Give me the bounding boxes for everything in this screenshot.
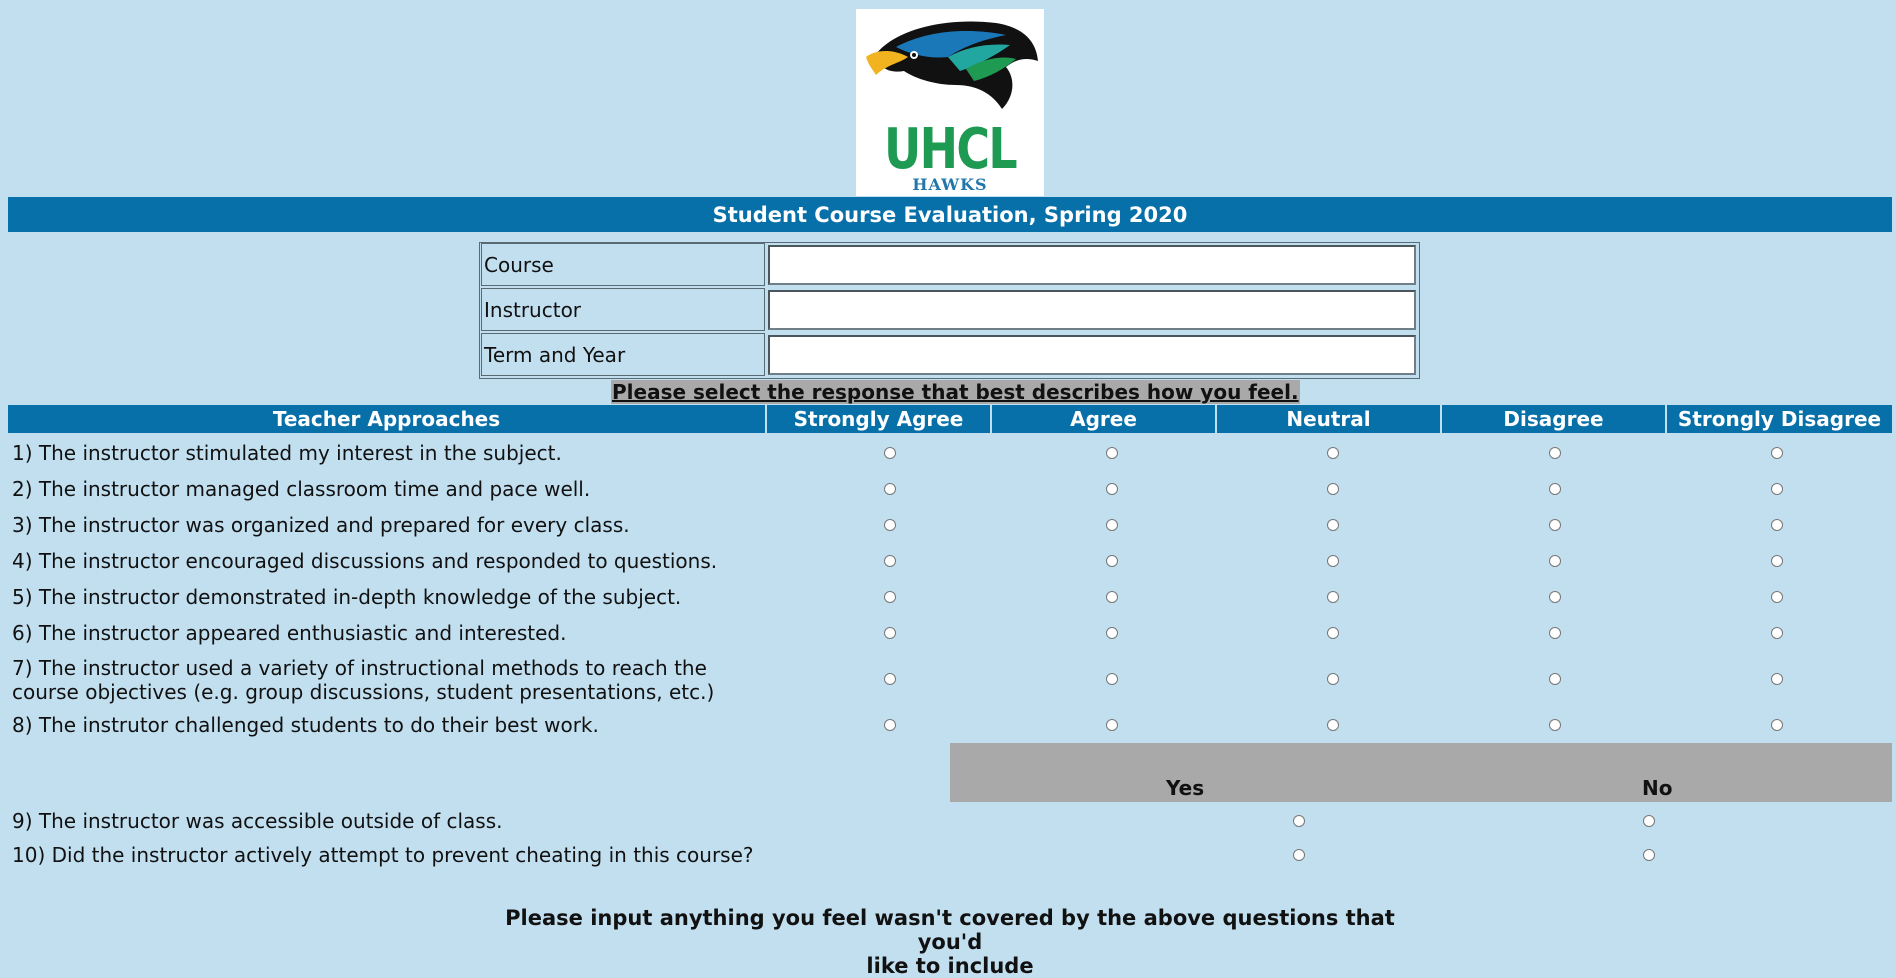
instructor-row: Instructor: [480, 288, 1419, 333]
q1-strongly-agree-radio[interactable]: [884, 447, 896, 459]
q8-neutral-radio[interactable]: [1327, 719, 1339, 731]
q5-agree-radio[interactable]: [1106, 591, 1118, 603]
question-4: 4) The instructor encouraged discussions…: [12, 549, 718, 573]
question-5: 5) The instructor demonstrated in-depth …: [12, 585, 682, 609]
q5-strongly-disagree-radio[interactable]: [1771, 591, 1783, 603]
additional-comments-prompt: Please input anything you feel wasn't co…: [480, 906, 1420, 978]
instructor-field[interactable]: [768, 290, 1416, 330]
q3-agree-radio[interactable]: [1106, 519, 1118, 531]
q5-disagree-radio[interactable]: [1549, 591, 1561, 603]
instructor-label: Instructor: [481, 288, 765, 331]
q10-no-radio[interactable]: [1643, 849, 1655, 861]
q3-strongly-agree-radio[interactable]: [884, 519, 896, 531]
q1-strongly-disagree-radio[interactable]: [1771, 447, 1783, 459]
q1-agree-radio[interactable]: [1106, 447, 1118, 459]
term-year-label: Term and Year: [481, 333, 765, 376]
question-7-line-2: course objectives (e.g. group discussion…: [12, 680, 715, 704]
q9-no-radio[interactable]: [1643, 815, 1655, 827]
question-9: 9) The instructor was accessible outside…: [12, 809, 503, 833]
header-strongly-agree: Strongly Agree: [767, 405, 992, 433]
logo-wordmark: UHCL: [883, 117, 1018, 182]
q4-strongly-disagree-radio[interactable]: [1771, 555, 1783, 567]
q5-strongly-agree-radio[interactable]: [884, 591, 896, 603]
q8-disagree-radio[interactable]: [1549, 719, 1561, 731]
q2-disagree-radio[interactable]: [1549, 483, 1561, 495]
q6-strongly-agree-radio[interactable]: [884, 627, 896, 639]
question-7-line-1: 7) The instructor used a variety of inst…: [12, 656, 707, 680]
hawk-icon: [866, 21, 1038, 109]
q4-neutral-radio[interactable]: [1327, 555, 1339, 567]
course-field[interactable]: [768, 245, 1416, 285]
header-agree: Agree: [992, 405, 1217, 433]
q1-disagree-radio[interactable]: [1549, 447, 1561, 459]
q7-neutral-radio[interactable]: [1327, 673, 1339, 685]
uhcl-hawks-logo: UHCL HAWKS: [856, 9, 1044, 196]
term-year-row: Term and Year: [480, 333, 1419, 378]
header-neutral: Neutral: [1217, 405, 1442, 433]
instruction-text: Please select the response that best des…: [611, 380, 1300, 404]
q8-agree-radio[interactable]: [1106, 719, 1118, 731]
question-8: 8) The instrutor challenged students to …: [12, 713, 599, 737]
q6-strongly-disagree-radio[interactable]: [1771, 627, 1783, 639]
q4-disagree-radio[interactable]: [1549, 555, 1561, 567]
q8-strongly-disagree-radio[interactable]: [1771, 719, 1783, 731]
q7-disagree-radio[interactable]: [1549, 673, 1561, 685]
yes-label: Yes: [1166, 776, 1205, 800]
q2-strongly-disagree-radio[interactable]: [1771, 483, 1783, 495]
no-label: No: [1642, 776, 1673, 800]
q6-disagree-radio[interactable]: [1549, 627, 1561, 639]
scale-header: Teacher Approaches Strongly Agree Agree …: [8, 405, 1892, 433]
question-10: 10) Did the instructor actively attempt …: [12, 843, 754, 867]
q6-neutral-radio[interactable]: [1327, 627, 1339, 639]
q8-strongly-agree-radio[interactable]: [884, 719, 896, 731]
q6-agree-radio[interactable]: [1106, 627, 1118, 639]
question-3: 3) The instructor was organized and prep…: [12, 513, 630, 537]
q7-strongly-disagree-radio[interactable]: [1771, 673, 1783, 685]
header-teacher-approaches: Teacher Approaches: [8, 405, 767, 433]
q1-neutral-radio[interactable]: [1327, 447, 1339, 459]
q4-agree-radio[interactable]: [1106, 555, 1118, 567]
q3-strongly-disagree-radio[interactable]: [1771, 519, 1783, 531]
logo-subtext: HAWKS: [912, 175, 988, 194]
q2-agree-radio[interactable]: [1106, 483, 1118, 495]
question-1: 1) The instructor stimulated my interest…: [12, 441, 562, 465]
course-label: Course: [481, 243, 765, 286]
q2-neutral-radio[interactable]: [1327, 483, 1339, 495]
course-row: Course: [480, 243, 1419, 288]
q7-agree-radio[interactable]: [1106, 673, 1118, 685]
term-year-field[interactable]: [768, 335, 1416, 375]
page-title: Student Course Evaluation, Spring 2020: [8, 197, 1892, 232]
additional-comments-line-1: Please input anything you feel wasn't co…: [505, 906, 1395, 954]
q2-strongly-agree-radio[interactable]: [884, 483, 896, 495]
q5-neutral-radio[interactable]: [1327, 591, 1339, 603]
question-6: 6) The instructor appeared enthusiastic …: [12, 621, 567, 645]
q3-disagree-radio[interactable]: [1549, 519, 1561, 531]
header-disagree: Disagree: [1442, 405, 1667, 433]
course-info-table: Course Instructor Term and Year: [479, 242, 1420, 379]
q3-neutral-radio[interactable]: [1327, 519, 1339, 531]
yes-no-header: Yes No: [950, 743, 1892, 802]
q10-yes-radio[interactable]: [1293, 849, 1305, 861]
q4-strongly-agree-radio[interactable]: [884, 555, 896, 567]
q9-yes-radio[interactable]: [1293, 815, 1305, 827]
q7-strongly-agree-radio[interactable]: [884, 673, 896, 685]
question-2: 2) The instructor managed classroom time…: [12, 477, 591, 501]
additional-comments-line-2: like to include: [866, 954, 1034, 978]
header-strongly-disagree: Strongly Disagree: [1677, 407, 1882, 431]
